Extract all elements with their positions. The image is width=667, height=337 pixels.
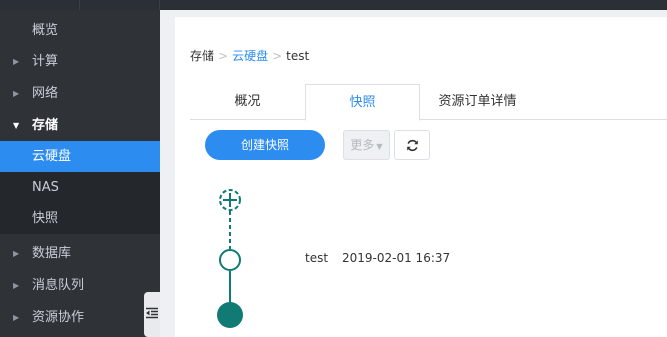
caret-down-icon: ▼ — [376, 142, 383, 151]
tab-snapshot[interactable]: 快照 — [305, 84, 420, 121]
tab-bar: 概况 快照 资源订单详情 — [190, 84, 667, 121]
create-snapshot-button[interactable]: 创建快照 — [205, 130, 325, 160]
sidebar-item-compute[interactable]: ▶ 计算 — [0, 46, 160, 78]
sidebar-item-label: 数据库 — [32, 246, 72, 261]
breadcrumb-separator: > — [272, 49, 283, 63]
tab-label: 资源订单详情 — [438, 94, 517, 109]
top-bar-segment — [80, 0, 160, 10]
sidebar-item-resource-collab[interactable]: ▶ 资源协作 — [0, 302, 160, 334]
more-dropdown-button[interactable]: 更多 ▼ — [343, 130, 390, 160]
collapse-menu-icon — [146, 307, 158, 319]
tab-label: 快照 — [349, 95, 376, 110]
caret-down-icon: ▼ — [13, 121, 20, 130]
snapshot-time: 2019-02-01 16:37 — [342, 251, 451, 265]
sidebar-item-label: 网络 — [32, 86, 59, 101]
sidebar-item-overview[interactable]: 概览 — [0, 15, 160, 47]
sidebar-item-snapshot[interactable]: 快照 — [0, 203, 160, 234]
sidebar-item-label: 快照 — [32, 211, 59, 226]
sidebar-item-database[interactable]: ▶ 数据库 — [0, 238, 160, 270]
caret-right-icon: ▶ — [13, 281, 20, 290]
top-bar-segment — [0, 0, 80, 10]
breadcrumb-current: test — [286, 49, 310, 63]
snapshot-name: test — [305, 251, 329, 265]
breadcrumb: 存储 > 云硬盘 > test — [190, 47, 309, 64]
tab-order-details[interactable]: 资源订单详情 — [420, 84, 535, 120]
sidebar-item-label: 存储 — [32, 118, 59, 133]
sidebar-item-message-queue[interactable]: ▶ 消息队列 — [0, 270, 160, 302]
caret-right-icon: ▶ — [13, 89, 20, 98]
breadcrumb-cloud-disk-link[interactable]: 云硬盘 — [232, 49, 268, 63]
caret-right-icon: ▶ — [13, 57, 20, 66]
snapshot-node-icon[interactable] — [219, 249, 241, 271]
sidebar-item-label: 计算 — [32, 54, 59, 69]
sidebar-item-label: NAS — [32, 180, 59, 195]
sidebar-item-label: 消息队列 — [32, 278, 85, 293]
more-label: 更多 — [350, 138, 375, 152]
snapshot-timeline — [217, 189, 243, 328]
caret-right-icon: ▶ — [13, 313, 20, 322]
refresh-icon — [407, 139, 418, 152]
current-disk-node-icon[interactable] — [217, 302, 243, 328]
caret-right-icon: ▶ — [13, 249, 20, 258]
main-panel: 存储 > 云硬盘 > test 概况 快照 资源订单详情 创建快照 更多 ▼ t… — [175, 17, 667, 337]
breadcrumb-root: 存储 — [190, 49, 215, 63]
add-snapshot-node-icon[interactable] — [219, 189, 241, 211]
refresh-button[interactable] — [394, 130, 430, 160]
sidebar: 概览 ▶ 计算 ▶ 网络 ▼ 存储 云硬盘 NAS 快照 ▶ 数据库 ▶ 消息队… — [0, 10, 160, 337]
sidebar-item-nas[interactable]: NAS — [0, 172, 160, 203]
sidebar-item-cloud-disk[interactable]: 云硬盘 — [0, 141, 160, 172]
top-bar — [0, 0, 667, 10]
sidebar-item-label: 资源协作 — [32, 310, 85, 325]
sidebar-item-label: 概览 — [32, 23, 59, 38]
breadcrumb-separator: > — [218, 49, 229, 63]
sidebar-collapse-button[interactable] — [144, 292, 160, 337]
sidebar-item-label: 云硬盘 — [32, 149, 72, 164]
tab-overview[interactable]: 概况 — [190, 84, 305, 120]
sidebar-item-storage[interactable]: ▼ 存储 — [0, 110, 160, 142]
tab-label: 概况 — [234, 94, 261, 109]
sidebar-item-network[interactable]: ▶ 网络 — [0, 78, 160, 110]
